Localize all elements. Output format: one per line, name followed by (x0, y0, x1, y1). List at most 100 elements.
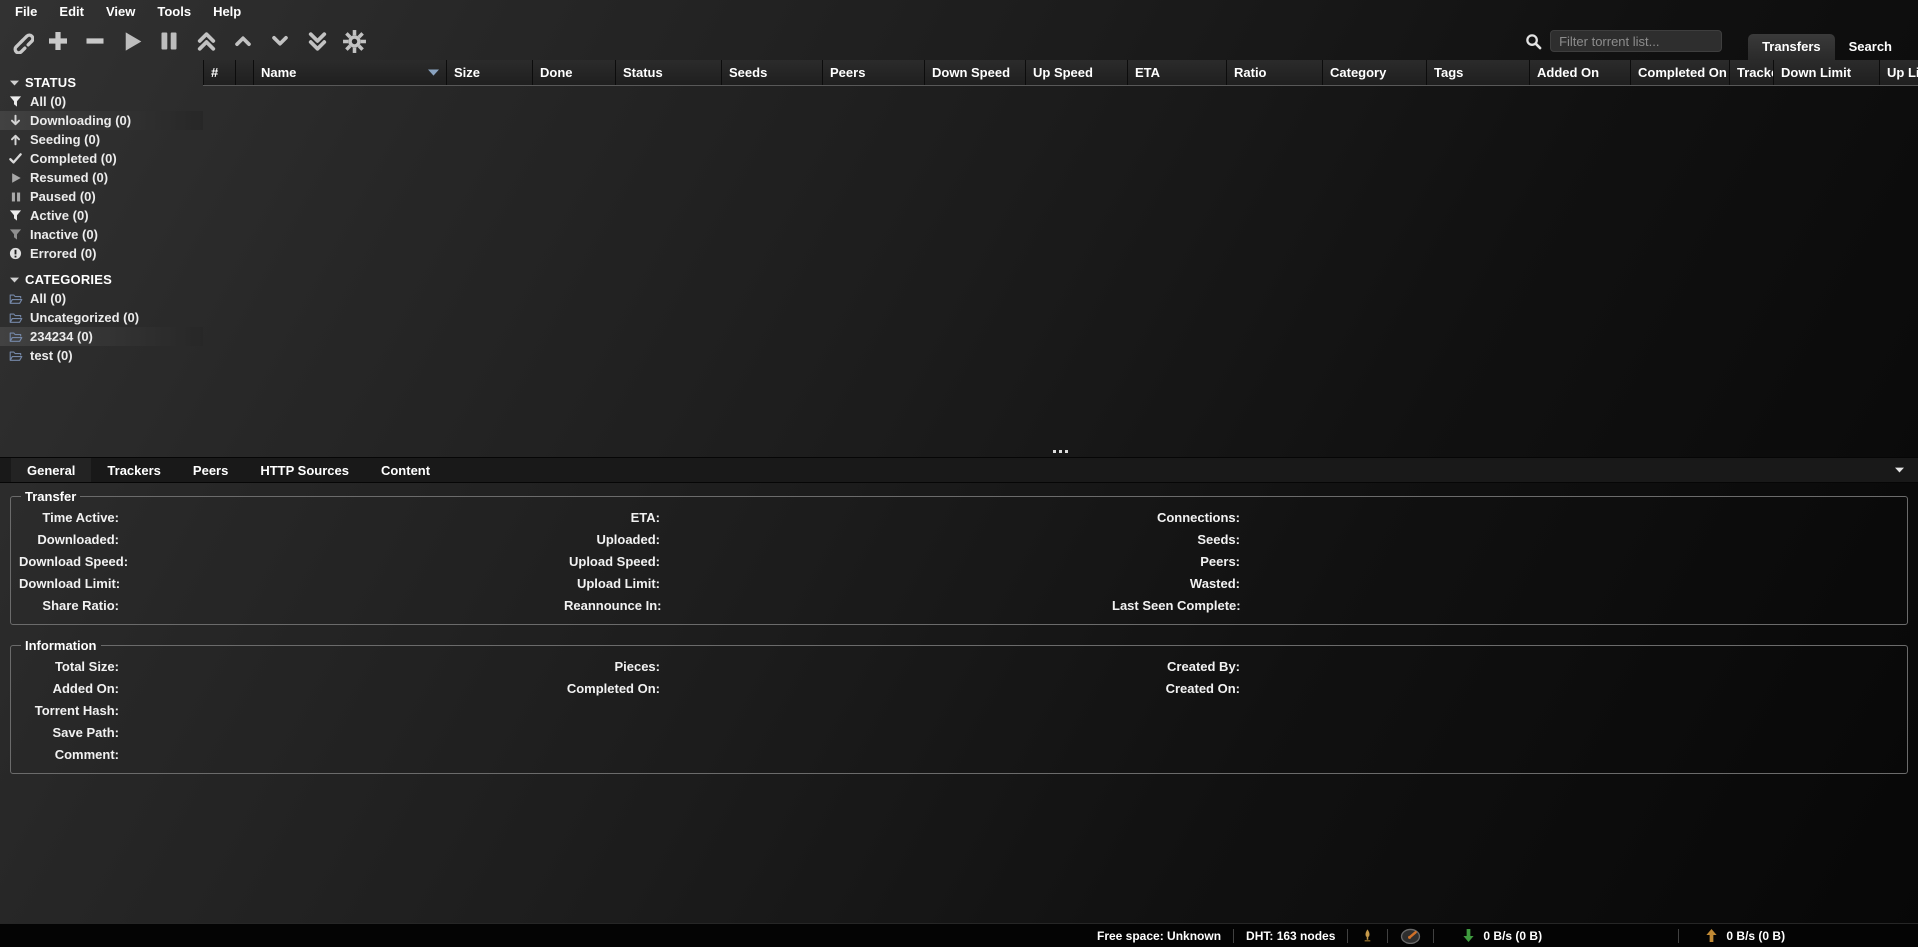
splitter-handle-icon[interactable] (1059, 450, 1062, 453)
column-header-icon[interactable] (235, 60, 253, 85)
tab-general[interactable]: General (11, 458, 91, 482)
folder-icon (8, 331, 23, 343)
detail-panel-tabs: GeneralTrackersPeersHTTP SourcesContent (11, 458, 446, 482)
section-information: InformationTotal Size:Pieces:Created By:… (10, 638, 1908, 774)
tab-trackers[interactable]: Trackers (91, 458, 177, 482)
status-filter-completed-0[interactable]: Completed (0) (0, 149, 203, 168)
tab-peers[interactable]: Peers (177, 458, 244, 482)
column-header-up-speed[interactable]: Up Speed (1025, 60, 1127, 85)
column-label: Size (454, 65, 480, 80)
filter-icon (8, 209, 23, 222)
props-row: Torrent Hash: (19, 699, 1899, 721)
status-filter-downloading-0[interactable]: Downloading (0) (0, 111, 203, 130)
column-header-peers[interactable]: Peers (822, 60, 924, 85)
column-header-name[interactable]: Name (253, 60, 446, 85)
menu-tools[interactable]: Tools (146, 4, 202, 19)
column-header-number[interactable]: # (203, 60, 235, 85)
column-header-size[interactable]: Size (446, 60, 532, 85)
status-filter-active-0[interactable]: Active (0) (0, 206, 203, 225)
column-label: Down Speed (932, 65, 1010, 80)
props-row: Download Limit:Upload Limit:Wasted: (19, 572, 1899, 594)
props-row: Downloaded:Uploaded:Seeds: (19, 528, 1899, 550)
status-header-label: STATUS (25, 75, 76, 90)
side-item-label: All (0) (30, 291, 66, 306)
label-eta: ETA: (564, 510, 660, 525)
label-upload-limit: Upload Limit: (564, 576, 660, 591)
panel-splitter[interactable] (0, 446, 1918, 457)
props-row: Share Ratio:Reannounce In:Last Seen Comp… (19, 594, 1899, 616)
column-header-done[interactable]: Done (532, 60, 615, 85)
section-legend-information: Information (21, 638, 101, 653)
status-filter-seeding-0[interactable]: Seeding (0) (0, 130, 203, 149)
section-transfer: TransferTime Active:ETA:Connections:Down… (10, 489, 1908, 625)
categories-section-header[interactable]: CATEGORIES (0, 270, 203, 289)
column-header-completed-on[interactable]: Completed On (1630, 60, 1729, 85)
arrow-up-icon (8, 133, 23, 146)
folder-icon (8, 293, 23, 305)
column-header-down-speed[interactable]: Down Speed (924, 60, 1025, 85)
arrow-down-icon (8, 114, 23, 127)
column-label: Name (261, 65, 296, 80)
column-header-eta[interactable]: ETA (1127, 60, 1226, 85)
pause-icon[interactable] (156, 28, 182, 54)
move-top-icon[interactable] (193, 28, 219, 54)
add-icon[interactable] (45, 28, 71, 54)
move-up-icon[interactable] (230, 28, 256, 54)
column-header-seeds[interactable]: Seeds (721, 60, 822, 85)
status-filter-inactive-0[interactable]: Inactive (0) (0, 225, 203, 244)
category-test-0[interactable]: test (0) (0, 346, 203, 365)
column-label: Up Speed (1033, 65, 1093, 80)
remove-icon[interactable] (82, 28, 108, 54)
label-pieces: Pieces: (564, 659, 660, 674)
menu-view[interactable]: View (95, 4, 146, 19)
view-tab-transfers[interactable]: Transfers (1748, 34, 1835, 60)
tab-http-sources[interactable]: HTTP Sources (244, 458, 365, 482)
resume-icon[interactable] (119, 28, 145, 54)
column-header-tracker[interactable]: Tracker (1729, 60, 1773, 85)
move-bottom-icon[interactable] (304, 28, 330, 54)
filter-icon (8, 95, 23, 108)
status-filter-errored-0[interactable]: Errored (0) (0, 244, 203, 263)
category-234234-0[interactable]: 234234 (0) (0, 327, 203, 346)
status-filter-paused-0[interactable]: Paused (0) (0, 187, 203, 206)
side-item-label: test (0) (30, 348, 73, 363)
menu-help[interactable]: Help (202, 4, 252, 19)
filter-dim-icon (8, 228, 23, 241)
column-header-tags[interactable]: Tags (1426, 60, 1529, 85)
column-header-status[interactable]: Status (615, 60, 721, 85)
move-down-icon[interactable] (267, 28, 293, 54)
torrent-table-body[interactable] (203, 86, 1918, 446)
tab-content[interactable]: Content (365, 458, 446, 482)
column-header-ratio[interactable]: Ratio (1226, 60, 1322, 85)
options-icon[interactable] (341, 28, 367, 54)
filter-torrent-input[interactable] (1550, 30, 1722, 52)
side-item-label: All (0) (30, 94, 66, 109)
column-label: Added On (1537, 65, 1599, 80)
status-section-header[interactable]: STATUS (0, 73, 203, 92)
main-area: STATUS All (0) Downloading (0)Seeding (0)… (0, 60, 1918, 446)
menu-file[interactable]: File (4, 4, 48, 19)
view-tab-search[interactable]: Search (1835, 34, 1906, 60)
side-item-label: Errored (0) (30, 246, 96, 261)
status-filter-resumed-0[interactable]: Resumed (0) (0, 168, 203, 187)
column-header-down-limit[interactable]: Down Limit (1773, 60, 1879, 85)
status-filter-list: All (0) Downloading (0)Seeding (0)Complet… (0, 92, 203, 263)
category-all-0[interactable]: All (0) (0, 289, 203, 308)
label-download-speed: Download Speed: (19, 554, 119, 569)
side-item-label: Paused (0) (30, 189, 96, 204)
label-save-path: Save Path: (19, 725, 119, 740)
column-label: Category (1330, 65, 1386, 80)
column-header-added-on[interactable]: Added On (1529, 60, 1630, 85)
label-peers: Peers: (1112, 554, 1240, 569)
link-icon[interactable] (8, 28, 34, 54)
pause-icon (8, 191, 23, 203)
download-arrow-icon (1462, 928, 1475, 943)
caret-down-icon (10, 277, 19, 283)
column-header-category[interactable]: Category (1322, 60, 1426, 85)
menu-edit[interactable]: Edit (48, 4, 95, 19)
panel-collapse-caret-icon[interactable] (1895, 458, 1904, 482)
column-header-up-limit[interactable]: Up Limit (1879, 60, 1918, 85)
status-filter-all-0[interactable]: All (0) (0, 92, 203, 111)
category-uncategorized-0[interactable]: Uncategorized (0) (0, 308, 203, 327)
speed-gauge-icon[interactable] (1400, 927, 1421, 944)
